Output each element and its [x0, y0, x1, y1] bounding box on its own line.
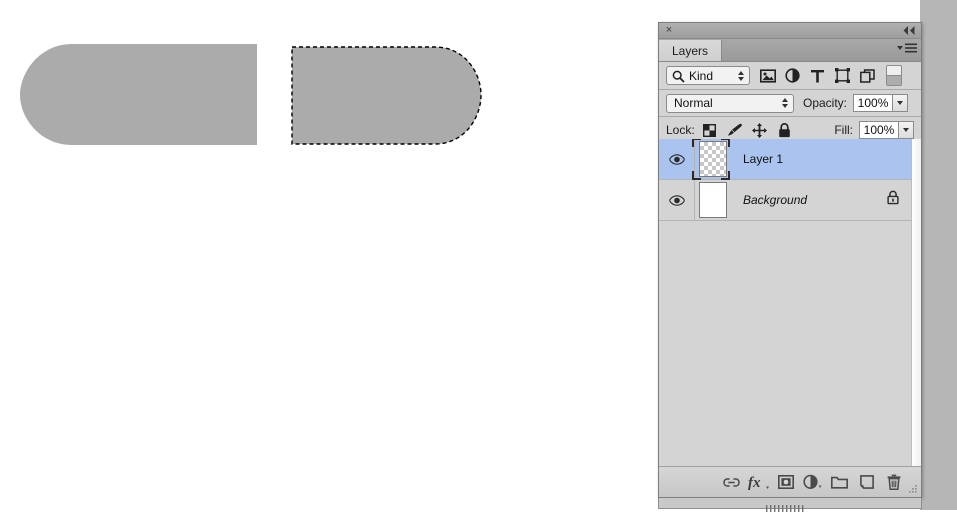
gray-bullet-shape-right-selected[interactable] [285, 40, 495, 160]
panel-menu-icon[interactable] [897, 43, 917, 53]
marching-ants-selection-border [292, 47, 481, 144]
filter-enable-toggle[interactable] [886, 65, 902, 86]
pixel-layers-filter-icon[interactable] [755, 64, 780, 88]
shape-left-svg [0, 30, 280, 160]
eye-icon [669, 154, 685, 165]
close-icon[interactable]: × [663, 24, 675, 36]
layer-thumbnail-wrapper[interactable] [695, 141, 727, 177]
filter-kind-caret [738, 71, 744, 81]
type-layers-filter-icon[interactable] [805, 64, 830, 88]
smart-object-filter-icon[interactable] [855, 64, 880, 88]
lock-all-icon[interactable] [777, 122, 793, 138]
layer-visibility-toggle[interactable] [659, 139, 695, 179]
filter-type-buttons [755, 64, 902, 88]
filter-kind-select[interactable]: Kind [666, 66, 750, 85]
layer-list-scrollbar[interactable] [911, 139, 921, 466]
blend-mode-select[interactable]: Normal [666, 94, 794, 113]
gray-bullet-shape-left[interactable] [0, 30, 280, 165]
opacity-dropdown-button[interactable] [893, 94, 908, 112]
layer-name-label[interactable]: Background [743, 193, 807, 207]
layer-row-background[interactable]: Background [659, 180, 921, 221]
opacity-label: Opacity: [803, 96, 847, 110]
lock-image-pixels-icon[interactable] [727, 122, 743, 138]
tab-layers-label: Layers [672, 44, 708, 58]
layer-thumbnail[interactable] [699, 182, 727, 218]
panel-bottom-strip [658, 498, 922, 509]
svg-text:fx: fx [748, 475, 761, 491]
panel-tabbar: Layers [659, 39, 921, 62]
panel-drag-grip[interactable] [766, 499, 814, 506]
layer-list[interactable]: Layer 1 Background [659, 139, 921, 466]
new-layer-icon[interactable] [853, 469, 880, 495]
layers-panel[interactable]: × Layers Kind [658, 22, 922, 498]
shape-left-path [20, 44, 257, 145]
fill-dropdown-button[interactable] [899, 121, 914, 139]
delete-layer-icon[interactable] [880, 469, 907, 495]
add-layer-mask-icon[interactable] [772, 469, 799, 495]
new-group-icon[interactable] [826, 469, 853, 495]
panel-menu-triangle [897, 46, 903, 50]
blend-mode-value: Normal [674, 96, 713, 110]
fill-label: Fill: [834, 123, 853, 137]
blend-opacity-row: Normal Opacity: 100% [659, 90, 921, 117]
layer-name-label[interactable]: Layer 1 [743, 152, 783, 166]
adjustment-layers-filter-icon[interactable] [780, 64, 805, 88]
link-layers-icon[interactable] [718, 469, 745, 495]
layer-row-layer-1[interactable]: Layer 1 [659, 139, 921, 180]
lock-label: Lock: [666, 123, 695, 137]
layers-panel-bottom-bar: fx [659, 466, 921, 497]
panel-titlebar: × [659, 23, 921, 39]
lock-buttons [702, 122, 793, 138]
blend-mode-caret [782, 98, 788, 108]
magnifier-icon [672, 70, 685, 83]
layer-visibility-toggle[interactable] [659, 180, 695, 220]
drag-grip-icon [766, 505, 814, 512]
layer-thumbnail[interactable] [699, 141, 727, 177]
opacity-input[interactable]: 100% [853, 94, 893, 112]
application-background [920, 0, 957, 510]
layer-filter-row: Kind [659, 62, 921, 90]
lock-position-icon[interactable] [752, 122, 768, 138]
new-adjustment-layer-icon[interactable] [799, 469, 826, 495]
layer-style-fx-icon[interactable]: fx [745, 469, 772, 495]
panel-resize-grip[interactable] [907, 483, 918, 494]
filter-kind-label: Kind [689, 69, 713, 83]
lock-transparent-pixels-icon[interactable] [702, 122, 718, 138]
eye-icon [669, 195, 685, 206]
panel-menu-lines-icon [905, 43, 917, 53]
collapse-panel-icon[interactable] [901, 24, 917, 36]
layer-thumbnail-wrapper[interactable] [695, 182, 727, 218]
fill-input[interactable]: 100% [859, 121, 899, 139]
shape-layers-filter-icon[interactable] [830, 64, 855, 88]
double-chevron-icon [903, 26, 916, 35]
tab-layers[interactable]: Layers [659, 40, 722, 61]
shape-right-svg [285, 40, 495, 155]
layer-locked-icon [887, 191, 899, 210]
